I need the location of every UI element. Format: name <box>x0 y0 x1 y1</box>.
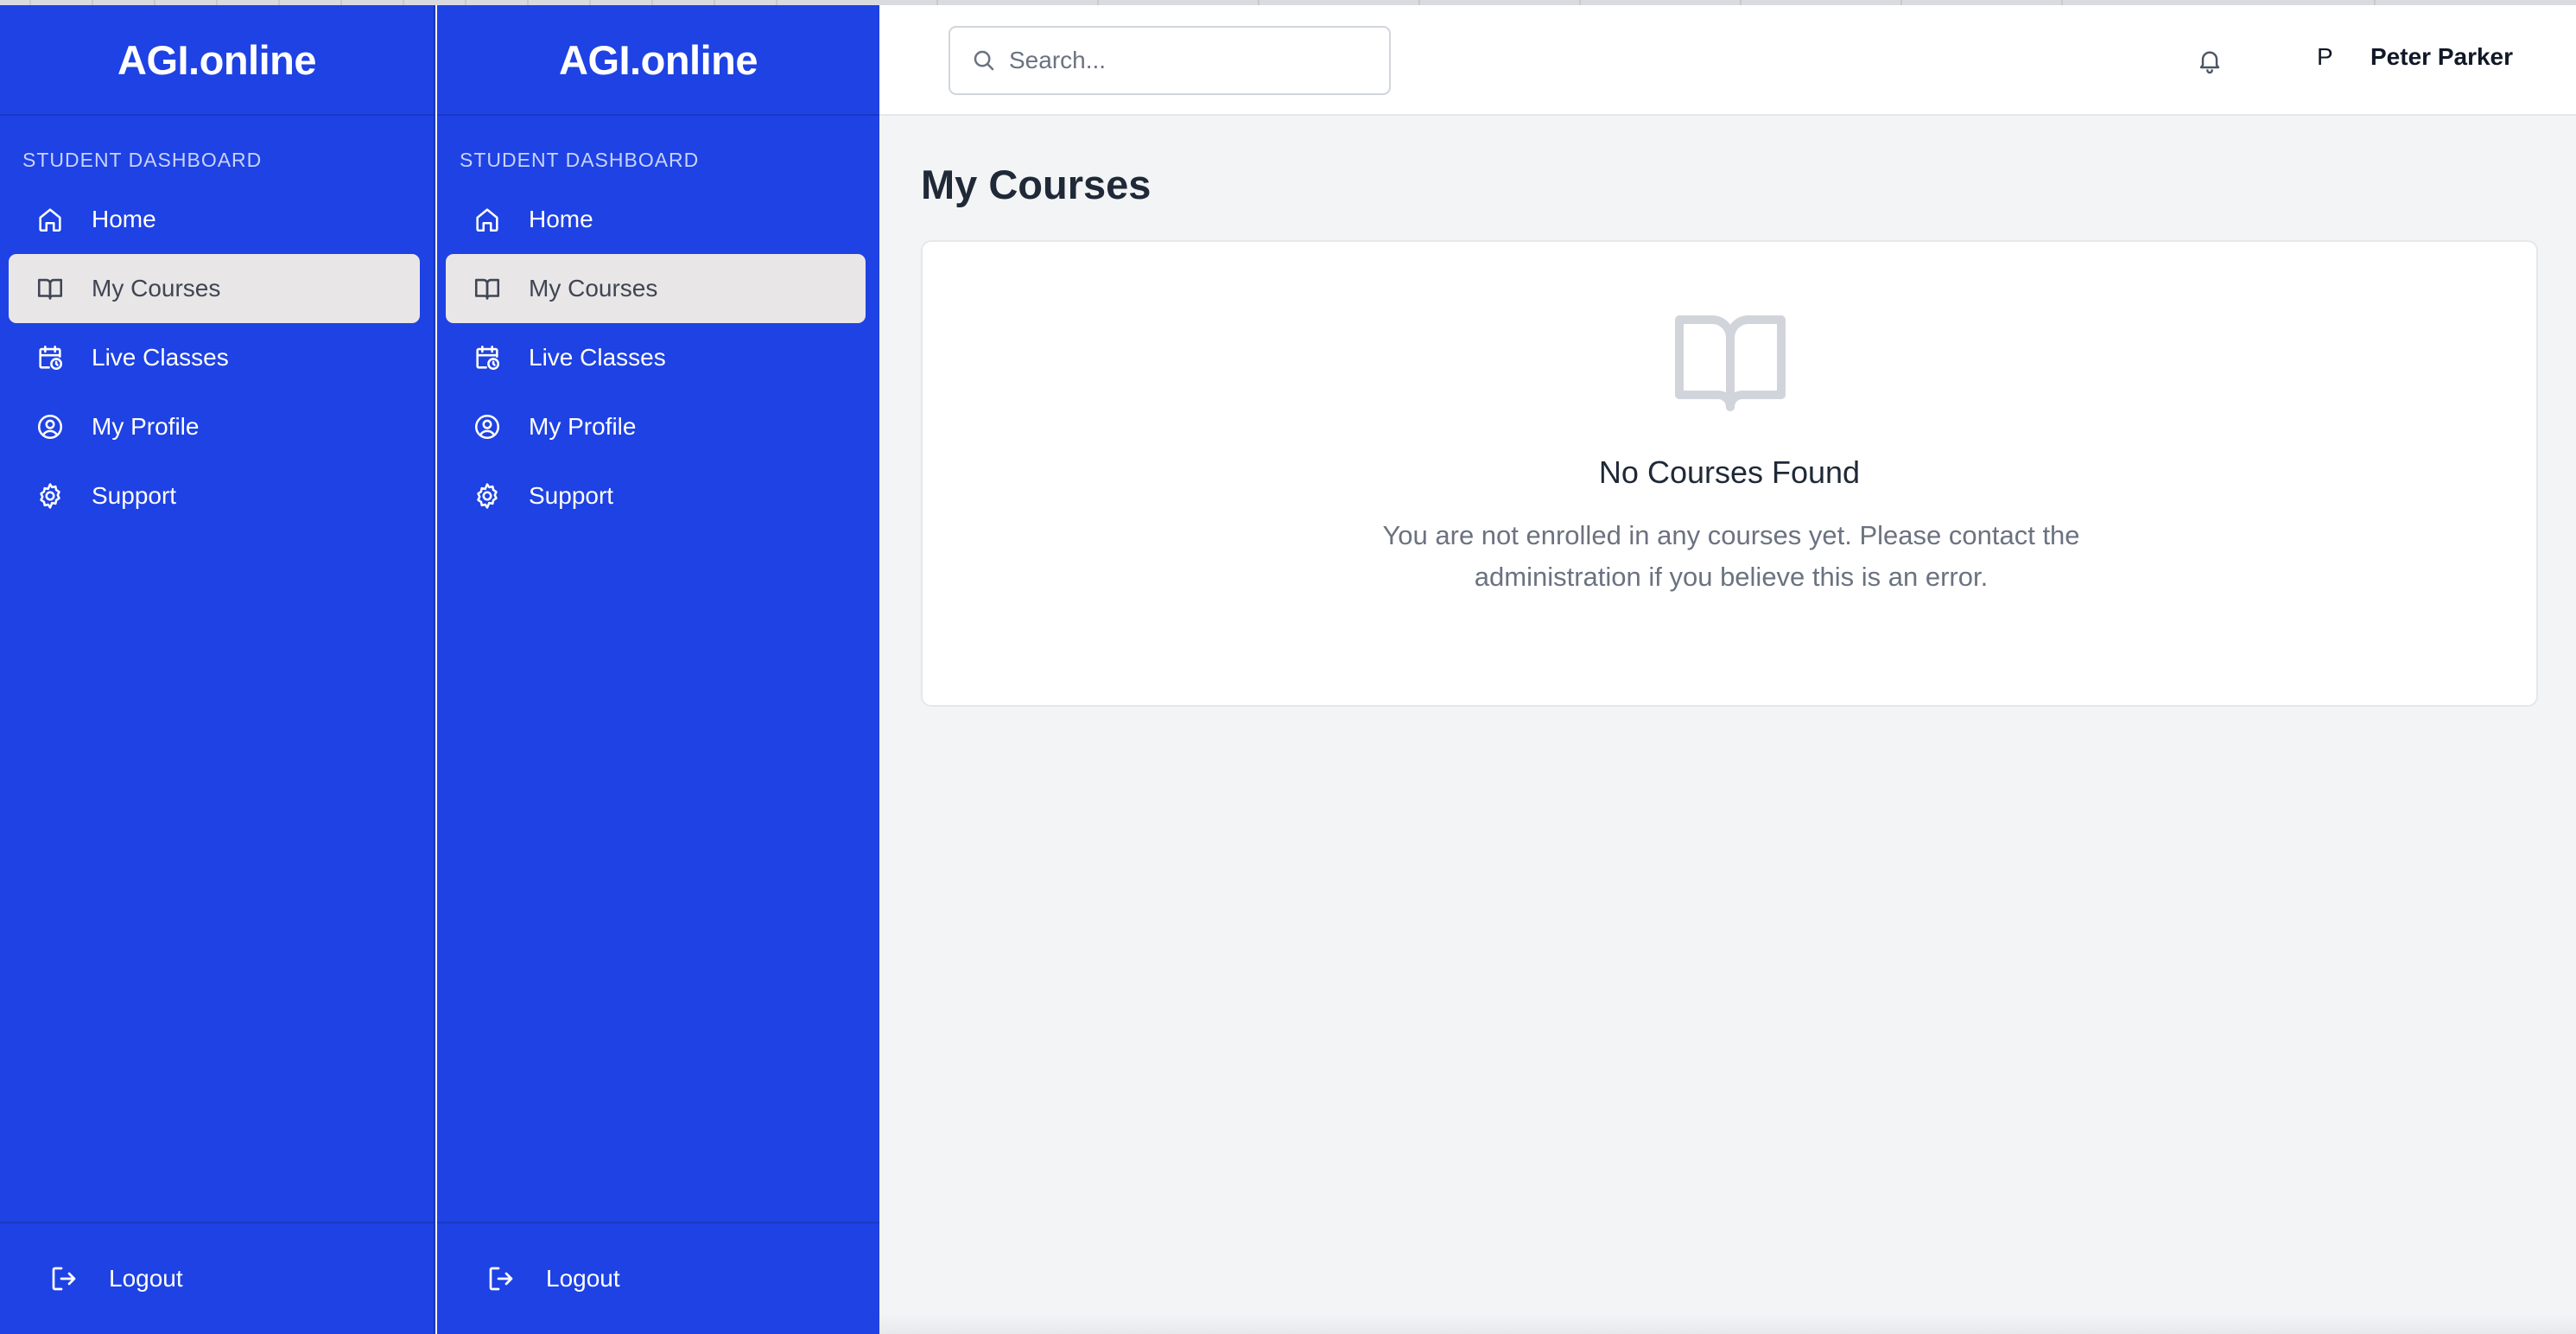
logout-icon <box>485 1263 517 1294</box>
top-header: P Peter Parker <box>879 5 2576 116</box>
logout-button[interactable]: Logout <box>0 1222 434 1334</box>
sidebar-item-my-profile[interactable]: My Profile <box>446 392 866 461</box>
logout-label: Logout <box>109 1265 183 1292</box>
sidebar-item-home[interactable]: Home <box>9 185 420 254</box>
empty-state-card: No Courses Found You are not enrolled in… <box>921 240 2538 707</box>
book-icon <box>472 273 503 304</box>
home-icon <box>472 204 503 235</box>
sidebar-item-label: Home <box>92 206 156 232</box>
sidebar-section-title: STUDENT DASHBOARD <box>460 149 700 171</box>
sidebar-item-my-courses[interactable]: My Courses <box>9 254 420 323</box>
sidebar-item-label: Support <box>92 482 177 509</box>
sidebar-item-label: My Profile <box>92 413 200 440</box>
sidebar-item-label: Home <box>529 206 593 232</box>
sidebar-item-home[interactable]: Home <box>446 185 866 254</box>
user-circle-icon <box>472 411 503 442</box>
avatar[interactable]: P <box>2317 43 2333 71</box>
user-circle-icon <box>35 411 66 442</box>
bell-icon[interactable] <box>2196 45 2224 76</box>
calendar-clock-icon <box>472 342 503 373</box>
book-icon <box>1674 313 1786 415</box>
sidebar-nav: Home My Courses Live Classes My Profile <box>0 185 434 530</box>
sidebar-nav: Home My Courses Live Classes My Profile <box>437 185 879 530</box>
logout-icon <box>48 1263 79 1294</box>
home-icon <box>35 204 66 235</box>
search-icon <box>971 48 997 73</box>
search-input[interactable] <box>1009 47 1372 74</box>
calendar-clock-icon <box>35 342 66 373</box>
brand-logo[interactable]: AGI.online <box>0 5 434 116</box>
bottom-shade <box>879 1313 2576 1334</box>
app-window: AGI.online STUDENT DASHBOARD Home My Cou… <box>0 0 2576 1334</box>
sidebar-item-my-courses[interactable]: My Courses <box>446 254 866 323</box>
book-icon <box>35 273 66 304</box>
sidebar-item-label: Live Classes <box>529 344 666 371</box>
sidebar-item-live-classes[interactable]: Live Classes <box>446 323 866 392</box>
sidebar-item-label: Support <box>529 482 614 509</box>
sidebar-item-label: My Courses <box>529 275 658 302</box>
page-title: My Courses <box>921 162 1152 207</box>
gear-icon <box>35 480 66 511</box>
sidebar-item-support[interactable]: Support <box>9 461 420 530</box>
sidebar-item-label: My Profile <box>529 413 637 440</box>
empty-state-message: You are not enrolled in any courses yet.… <box>1382 520 2080 592</box>
user-name[interactable]: Peter Parker <box>2370 43 2513 71</box>
search-box[interactable] <box>949 26 1391 95</box>
empty-state-title: No Courses Found <box>1598 454 1861 490</box>
brand-logo[interactable]: AGI.online <box>437 5 879 116</box>
sidebar-section-title: STUDENT DASHBOARD <box>22 149 263 171</box>
logout-button[interactable]: Logout <box>437 1222 879 1334</box>
sidebar-primary: AGI.online STUDENT DASHBOARD Home My Cou… <box>0 5 435 1334</box>
sidebar-secondary: AGI.online STUDENT DASHBOARD Home My Cou… <box>437 5 879 1334</box>
gear-icon <box>472 480 503 511</box>
sidebar-item-label: Live Classes <box>92 344 229 371</box>
sidebar-item-my-profile[interactable]: My Profile <box>9 392 420 461</box>
sidebar-item-live-classes[interactable]: Live Classes <box>9 323 420 392</box>
logout-label: Logout <box>546 1265 620 1292</box>
sidebar-item-support[interactable]: Support <box>446 461 866 530</box>
sidebar-item-label: My Courses <box>92 275 221 302</box>
browser-tab-strip <box>0 0 2576 5</box>
